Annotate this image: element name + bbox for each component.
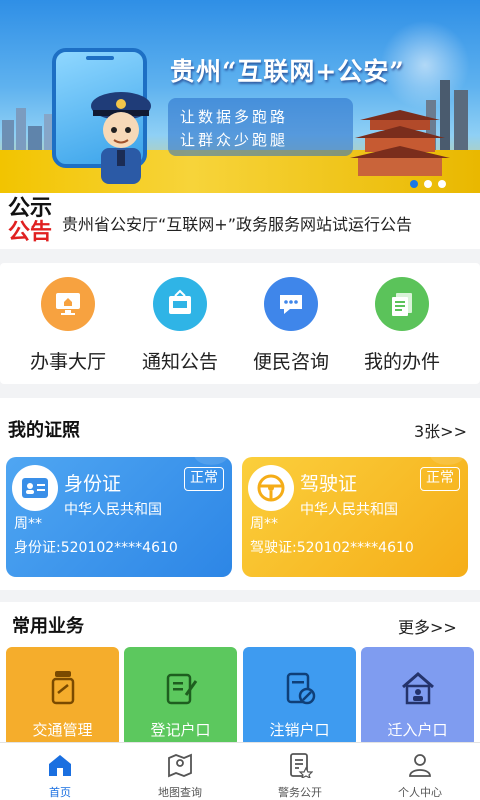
user-icon bbox=[409, 754, 431, 777]
quick-action-service-hall[interactable]: 办事大厅 bbox=[18, 277, 118, 374]
notice-text[interactable]: 贵州省公安厅“互联网+”政务服务网站试运行公告 bbox=[62, 211, 412, 235]
tab-home[interactable]: 首页 bbox=[0, 743, 120, 800]
quick-action-label: 通知公告 bbox=[141, 351, 218, 373]
slogan-line-1: 让数据多跑路 bbox=[180, 108, 289, 126]
service-cancel-household[interactable]: 注销户口 bbox=[243, 647, 356, 747]
pavilion-graphic bbox=[350, 80, 468, 176]
status-badge: 正常 bbox=[420, 467, 460, 491]
quick-action-label: 我的办件 bbox=[363, 351, 440, 373]
bulletin-icon bbox=[153, 277, 207, 331]
carousel-dot-1[interactable] bbox=[410, 180, 418, 188]
chat-icon bbox=[264, 277, 318, 331]
quick-action-my-cases[interactable]: 我的办件 bbox=[352, 277, 452, 374]
carousel-dots bbox=[410, 180, 446, 188]
carousel-dot-3[interactable] bbox=[438, 180, 446, 188]
driver-license-card[interactable]: 0110 驾驶证 正常 中华人民共和国 周** 驾驶证:520102****46… bbox=[242, 457, 468, 577]
map-icon bbox=[168, 753, 192, 778]
card-holder: 周** bbox=[250, 516, 278, 532]
house-move-in-icon bbox=[402, 672, 434, 705]
traffic-officer-icon bbox=[51, 671, 75, 705]
tab-personal-center[interactable]: 个人中心 bbox=[360, 743, 480, 800]
status-badge: 正常 bbox=[184, 467, 224, 491]
services-more-link[interactable]: 更多>> bbox=[398, 614, 457, 638]
id-card-icon bbox=[12, 465, 58, 511]
services-title: 常用业务 bbox=[12, 616, 84, 637]
notice-badge-line-2: 公告 bbox=[8, 219, 53, 245]
quick-action-consult[interactable]: 便民咨询 bbox=[241, 277, 341, 374]
tile-label: 登记户口 bbox=[150, 721, 211, 739]
id-card[interactable]: 0110 身份证 正常 中华人民共和国 周** 身份证:520102****46… bbox=[6, 457, 232, 577]
monitor-icon bbox=[41, 277, 95, 331]
police-officer-graphic bbox=[91, 92, 151, 184]
service-traffic[interactable]: 交通管理 bbox=[6, 647, 119, 747]
card-watermark: 0110 bbox=[418, 457, 468, 467]
register-form-icon bbox=[166, 673, 198, 705]
cancel-document-icon bbox=[286, 672, 316, 705]
card-name: 驾驶证 bbox=[300, 473, 358, 495]
certificates-title: 我的证照 bbox=[8, 420, 80, 441]
app-home: 贵州“互联网+公安” 让数据多跑路 让群众少跑腿 公示 公告 贵州省公安厅“互联… bbox=[0, 0, 480, 800]
promo-banner[interactable]: 贵州“互联网+公安” 让数据多跑路 让群众少跑腿 bbox=[0, 0, 480, 193]
documents-icon bbox=[375, 277, 429, 331]
card-issuer: 中华人民共和国 bbox=[64, 502, 162, 518]
steering-wheel-icon bbox=[248, 465, 294, 511]
tile-label: 交通管理 bbox=[32, 721, 93, 739]
quick-action-label: 便民咨询 bbox=[252, 351, 329, 373]
card-issuer: 中华人民共和国 bbox=[300, 502, 398, 518]
banner-title: 贵州“互联网+公安” bbox=[170, 57, 405, 86]
card-name: 身份证 bbox=[64, 473, 122, 495]
quick-action-notices[interactable]: 通知公告 bbox=[130, 277, 230, 374]
tile-label: 迁入户口 bbox=[387, 721, 448, 739]
tab-label: 地图查询 bbox=[158, 786, 202, 799]
tile-label: 注销户口 bbox=[269, 721, 330, 739]
tab-label: 警务公开 bbox=[278, 786, 322, 799]
card-number: 驾驶证:520102****4610 bbox=[250, 540, 414, 556]
card-number: 身份证:520102****4610 bbox=[14, 540, 178, 556]
tab-police-notice[interactable]: 警务公开 bbox=[240, 743, 360, 800]
notice-badge-line-1: 公示 bbox=[8, 195, 53, 221]
service-move-in-household[interactable]: 迁入户口 bbox=[361, 647, 474, 747]
card-watermark: 0110 bbox=[182, 457, 232, 467]
tab-map-query[interactable]: 地图查询 bbox=[120, 743, 240, 800]
bottom-tab-bar: 首页 地图查询 警务公开 个人中心 bbox=[0, 742, 480, 800]
quick-action-label: 办事大厅 bbox=[29, 351, 106, 373]
home-icon bbox=[49, 755, 71, 776]
tab-label: 个人中心 bbox=[398, 786, 442, 799]
slogan-line-2: 让群众少跑腿 bbox=[180, 131, 289, 149]
certificates-more-link[interactable]: 3张>> bbox=[414, 418, 467, 442]
card-holder: 周** bbox=[14, 516, 42, 532]
quick-actions: 办事大厅 通知公告 便民咨询 我的办件 bbox=[0, 263, 480, 384]
tab-label: 首页 bbox=[49, 786, 71, 799]
service-register-household[interactable]: 登记户口 bbox=[124, 647, 237, 747]
carousel-dot-2[interactable] bbox=[424, 180, 432, 188]
phone-speaker bbox=[86, 56, 114, 60]
police-notice-icon bbox=[290, 753, 314, 780]
notice-bar[interactable]: 公示 公告 贵州省公安厅“互联网+”政务服务网站试运行公告 bbox=[0, 193, 480, 249]
notice-badge: 公示 公告 bbox=[8, 196, 54, 246]
